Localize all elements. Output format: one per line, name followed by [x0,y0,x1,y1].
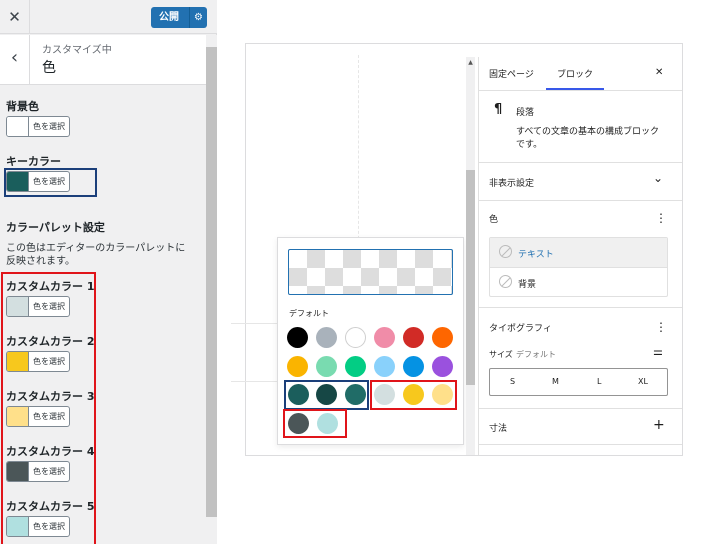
paragraph-icon: ¶ [494,102,503,117]
gear-icon[interactable]: ⚙ [189,7,207,28]
text-color-option[interactable] [490,238,667,267]
palette-description-2: 反映されます。 [6,256,75,267]
divider [478,444,682,445]
tab-block[interactable]: ブロック [557,67,593,80]
highlight-box-red [370,380,457,410]
color-panel-title: 色 [489,215,499,225]
divider [478,90,682,91]
background-color-label[interactable]: 背景 [518,277,536,290]
palette-color-red[interactable] [403,327,424,348]
palette-color-green[interactable] [345,356,366,377]
divider [478,408,682,409]
typography-title: タイポグラフィ [489,324,552,334]
plus-icon[interactable]: + [653,417,665,433]
palette-color-blue[interactable] [403,356,424,377]
more-options-icon[interactable]: ⋮ [655,320,667,334]
highlight-box-blue [284,380,369,410]
highlight-box-red [1,272,96,544]
highlight-box-red [283,409,347,438]
text-color-label[interactable]: テキスト [518,247,554,260]
palette-color-purple[interactable] [432,356,453,377]
palette-color-black[interactable] [287,327,308,348]
palette-title: デフォルト [289,309,329,318]
scroll-up-icon[interactable]: ▲ [466,59,475,66]
dimensions-title: 寸法 [489,424,508,434]
palette-color-amber[interactable] [287,356,308,377]
size-value: デフォルト [516,350,556,359]
close-icon[interactable]: ✕ [655,67,663,78]
publish-label: 公開 [159,12,179,23]
custom-color-preview[interactable] [288,249,453,295]
section-title: 色 [42,60,56,76]
no-color-icon [499,245,512,258]
customizer-header: ✕ 公開 ⚙ [0,0,217,34]
bg-color-picker[interactable]: 色を選択 [6,116,70,137]
section-header: ‹ カスタマイズ中 色 [0,35,206,85]
palette-color-gray[interactable] [316,327,337,348]
customizer-scrollbar-thumb[interactable] [206,47,217,517]
block-description: すべての文章の基本の構成ブロック [516,127,660,137]
divider [478,307,682,308]
palette-color-orange[interactable] [432,327,453,348]
size-option-s[interactable]: S [510,377,515,386]
more-options-icon[interactable]: ⋮ [655,211,667,225]
key-color-label: キーカラー [6,155,61,168]
back-icon[interactable]: ‹ [0,35,30,85]
publish-button[interactable]: 公開 ⚙ [151,7,207,28]
editor-scrollbar-thumb[interactable] [466,170,475,385]
divider [490,267,667,268]
breadcrumb: カスタマイズ中 [42,45,112,56]
size-label: サイズ [489,350,513,359]
size-option-m[interactable]: M [552,377,559,386]
customizer-panel: ✕ 公開 ⚙ ‹ カスタマイズ中 色 背景色 色を選択 キーカラー 色を選択 カ… [0,0,217,544]
palette-heading: カラーパレット設定 [6,221,105,234]
palette-color-light-green[interactable] [316,356,337,377]
no-color-icon [499,275,512,288]
chevron-down-icon[interactable]: ⌄ [653,171,663,185]
size-option-l[interactable]: L [597,377,601,386]
bg-color-label: 背景色 [6,100,39,113]
highlight-box-blue [4,168,97,197]
close-icon[interactable]: ✕ [0,0,30,34]
select-color-label: 色を選択 [33,122,65,131]
palette-color-pink[interactable] [374,327,395,348]
sliders-icon[interactable]: ⚌ [653,345,663,358]
color-swatch [7,117,29,136]
hide-settings-title[interactable]: 非表示設定 [489,176,534,189]
palette-color-light-blue[interactable] [374,356,395,377]
divider [478,200,682,201]
block-description-2: です。 [516,140,543,150]
palette-color-white[interactable] [345,327,366,348]
block-name: 段落 [516,108,535,118]
divider [478,162,682,163]
tab-page[interactable]: 固定ページ [489,67,534,80]
size-option-xl[interactable]: XL [638,377,648,386]
